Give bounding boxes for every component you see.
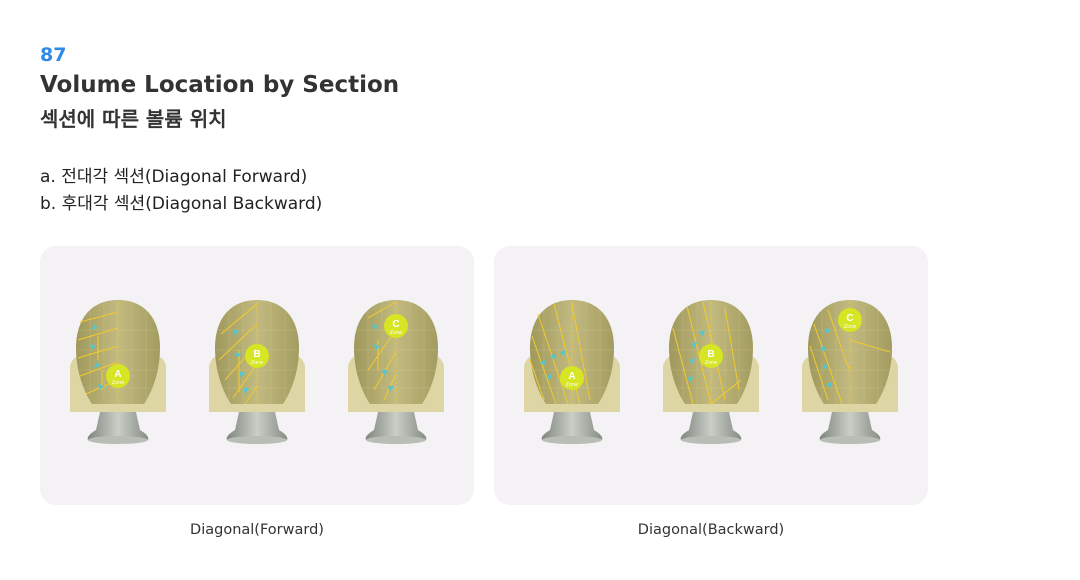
svg-text:B: B	[253, 349, 260, 360]
svg-text:B: B	[707, 349, 714, 360]
section-list: a. 전대각 섹션(Diagonal Forward) b. 후대각 섹션(Di…	[40, 164, 322, 218]
svg-text:Zone: Zone	[844, 324, 857, 330]
panel-diagonal-forward: A Zone B Zone C Zone	[40, 246, 474, 505]
page-number: 87	[40, 44, 67, 66]
svg-text:Zone: Zone	[112, 380, 125, 386]
panel-diagonal-backward: A Zone B Zone C Zone	[494, 246, 928, 505]
list-item-diagonal-forward: a. 전대각 섹션(Diagonal Forward)	[40, 167, 308, 187]
svg-text:C: C	[846, 313, 853, 324]
caption-diagonal-forward: Diagonal(Forward)	[190, 522, 324, 538]
svg-text:Zone: Zone	[566, 382, 579, 388]
list-item-diagonal-backward: b. 후대각 섹션(Diagonal Backward)	[40, 194, 323, 214]
svg-text:Zone: Zone	[251, 360, 264, 366]
svg-text:Zone: Zone	[705, 360, 718, 366]
head-backward-zone-c: C Zone	[802, 300, 898, 445]
head-forward-zone-b: B Zone	[209, 300, 305, 445]
svg-text:Zone: Zone	[390, 330, 403, 336]
head-backward-zone-b: B Zone	[663, 300, 759, 445]
head-forward-zone-a: A Zone	[70, 300, 166, 445]
caption-diagonal-backward: Diagonal(Backward)	[637, 522, 785, 538]
svg-text:A: A	[568, 371, 575, 382]
svg-text:A: A	[114, 369, 121, 380]
page-title-korean: 섹션에 따른 볼륨 위치	[40, 107, 227, 131]
head-forward-zone-c: C Zone	[348, 300, 444, 445]
svg-text:C: C	[392, 319, 399, 330]
page-title-english: Volume Location by Section	[40, 72, 400, 98]
head-backward-zone-a: A Zone	[524, 300, 620, 445]
